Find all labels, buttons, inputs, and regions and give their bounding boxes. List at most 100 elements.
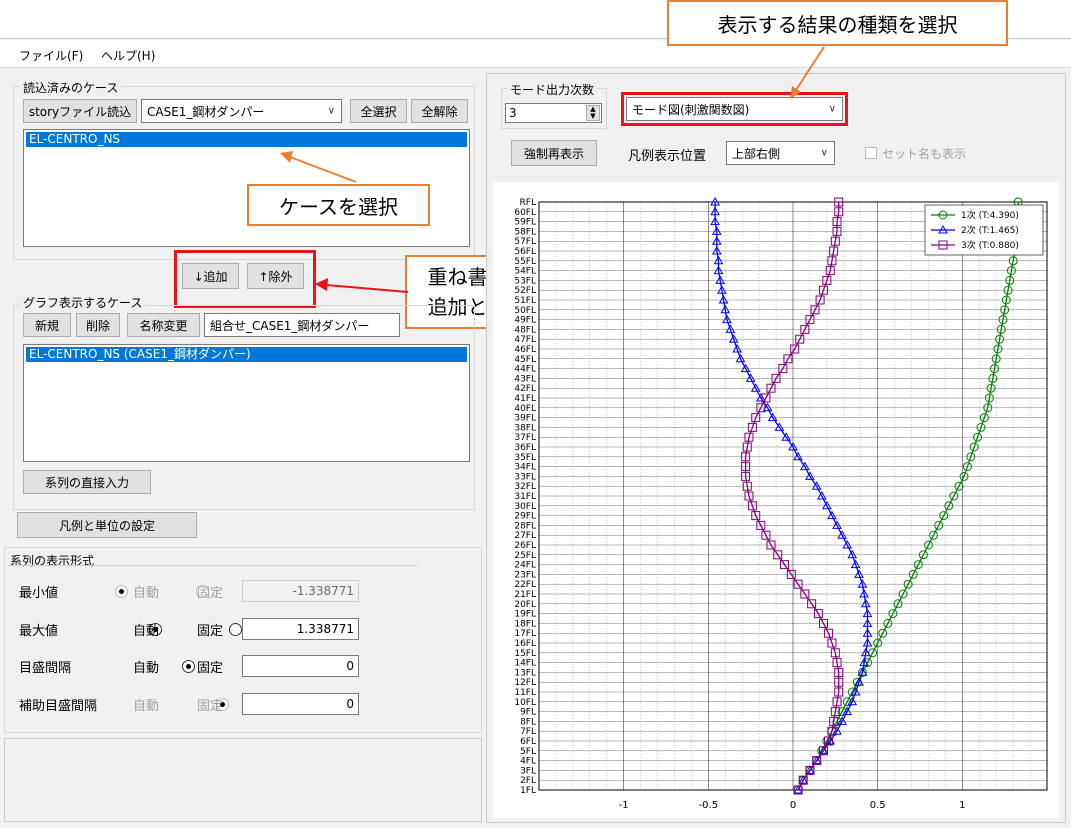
y-tick-label: 35FL [514, 453, 536, 463]
y-tick-label: 8FL [520, 717, 536, 727]
story-file-load-button[interactable]: storyファイル読込 [23, 99, 137, 123]
y-tick-label: 59FL [514, 218, 536, 228]
y-tick-label: 43FL [514, 374, 536, 384]
minor-tick-field[interactable]: 0 [242, 693, 359, 715]
min-auto-label: 自動 [133, 586, 160, 601]
y-tick-label: 27FL [514, 531, 536, 541]
y-tick-label: 37FL [514, 433, 536, 443]
x-tick-label: 0 [790, 800, 796, 811]
y-tick-label: 26FL [514, 541, 536, 551]
case-select-value: CASE1_鋼材ダンパー [147, 104, 265, 119]
y-tick-label: 22FL [514, 580, 536, 590]
mode-count-label: モード出力次数 [507, 81, 598, 98]
min-label: 最小値 [19, 586, 59, 601]
new-button[interactable]: 新規 [23, 313, 71, 337]
spin-arrows-icon[interactable]: ▲ ▼ [586, 105, 600, 121]
y-tick-label: 60FL [514, 208, 536, 218]
y-tick-label: 17FL [514, 629, 536, 639]
menu-file[interactable]: ファイル(F) [19, 47, 83, 64]
y-tick-label: 47FL [514, 335, 536, 345]
y-tick-label: 9FL [520, 708, 536, 718]
select-all-button[interactable]: 全選択 [350, 99, 407, 123]
y-tick-label: 57FL [514, 237, 536, 247]
y-tick-label: 32FL [514, 482, 536, 492]
y-tick-label: 34FL [514, 463, 536, 473]
arrow-case-select [280, 151, 357, 183]
y-tick-label: 49FL [514, 316, 536, 326]
y-tick-label: 5FL [520, 747, 536, 757]
y-tick-label: 39FL [514, 414, 536, 424]
y-tick-label: 14FL [514, 659, 536, 669]
menu-help[interactable]: ヘルプ(H) [101, 47, 155, 64]
y-tick-label: 51FL [514, 296, 536, 306]
graph-cases-list[interactable]: EL-CENTRO_NS (CASE1_鋼材ダンパー) [23, 344, 470, 462]
minor-auto-label: 自動 [133, 699, 160, 714]
setname-checkbox-label: セット名も表示 [882, 147, 967, 161]
y-tick-label: 29FL [514, 512, 536, 522]
callout-result-type: 表示する結果の種類を選択 [667, 0, 1008, 46]
x-tick-label: -0.5 [699, 800, 719, 811]
legend-label: 3次 (T:0.880) [961, 239, 1019, 251]
add-button[interactable]: ↓追加 [182, 263, 239, 289]
y-tick-label: 2FL [520, 776, 536, 786]
y-tick-label: 55FL [514, 257, 536, 267]
y-tick-label: 7FL [520, 727, 536, 737]
legend-pos-dropdown[interactable]: 上部右側 ∨ [726, 141, 835, 165]
minor-fixed-label: 固定 [197, 699, 224, 714]
legend-pos-label: 凡例表示位置 [628, 149, 707, 164]
y-tick-label: 23FL [514, 570, 536, 580]
chart-area: 1FL 2FL 3FL 4FL 5FL 6FL 7FL 8FL 9FL 10FL 11FL 12FL 1… [493, 182, 1059, 818]
y-tick-label: 48FL [514, 325, 536, 335]
y-tick-label: 10FL [514, 698, 536, 708]
y-tick-label: 53FL [514, 276, 536, 286]
tick-interval-label: 目盛間隔 [19, 661, 72, 676]
y-tick-label: 16FL [514, 639, 536, 649]
direct-input-button[interactable]: 系列の直接入力 [23, 470, 151, 494]
chevron-down-icon: ∨ [828, 103, 836, 115]
mode-shape-chart: 1FL2FL3FL4FL5FL6FL7FL8FL9FL10FL11FL12FL1… [514, 196, 1048, 811]
refresh-button[interactable]: 強制再表示 [511, 140, 597, 166]
x-tick-label: 0.5 [870, 800, 886, 811]
y-tick-label: 18FL [514, 619, 536, 629]
y-tick-label: 20FL [514, 600, 536, 610]
y-tick-label: 13FL [514, 668, 536, 678]
result-type-value: モード図(刺激関数図) [632, 102, 750, 117]
y-tick-label: RFL [520, 198, 536, 208]
tick-auto-label: 自動 [133, 661, 160, 676]
y-tick-label: 31FL [514, 492, 536, 502]
y-tick-label: 50FL [514, 306, 536, 316]
y-tick-label: 21FL [514, 590, 536, 600]
arrow-overlay [315, 278, 409, 293]
callout-case-select: ケースを選択 [247, 184, 430, 226]
rename-button[interactable]: 名称変更 [127, 313, 200, 337]
y-tick-label: 40FL [514, 404, 536, 414]
combination-dropdown[interactable]: 組合せ_CASE1_鋼材ダンパー [204, 313, 400, 337]
list-item[interactable]: EL-CENTRO_NS (CASE1_鋼材ダンパー) [26, 347, 467, 362]
mode-count-input[interactable]: 3 ▲ ▼ [505, 103, 602, 123]
y-tick-label: 46FL [514, 345, 536, 355]
delete-button[interactable]: 削除 [76, 313, 120, 337]
combination-value: 組合せ_CASE1_鋼材ダンパー [210, 318, 370, 333]
y-tick-label: 41FL [514, 394, 536, 404]
setname-checkbox[interactable] [865, 147, 877, 159]
max-auto-label: 自動 [133, 624, 160, 639]
case-select-dropdown[interactable]: CASE1_鋼材ダンパー ∨ [141, 99, 342, 123]
deselect-all-button[interactable]: 全解除 [411, 99, 468, 123]
min-value-field[interactable]: -1.338771 [242, 580, 359, 602]
y-tick-label: 58FL [514, 227, 536, 237]
max-fixed-label: 固定 [197, 624, 224, 639]
status-panel [4, 738, 482, 822]
list-item[interactable]: EL-CENTRO_NS [26, 132, 467, 147]
tick-fixed-label: 固定 [197, 661, 224, 676]
remove-button[interactable]: ↑除外 [247, 263, 304, 289]
minor-tick-label: 補助目盛間隔 [19, 699, 98, 714]
y-tick-label: 33FL [514, 472, 536, 482]
max-value-field[interactable]: 1.338771 [242, 618, 359, 640]
min-auto-radio[interactable] [115, 585, 128, 598]
chevron-down-icon: ∨ [327, 105, 335, 117]
min-fixed-label: 固定 [197, 586, 224, 601]
x-tick-label: -1 [619, 800, 629, 811]
legend-units-button[interactable]: 凡例と単位の設定 [17, 512, 197, 538]
y-tick-label: 56FL [514, 247, 536, 257]
tick-interval-field[interactable]: 0 [242, 655, 359, 677]
